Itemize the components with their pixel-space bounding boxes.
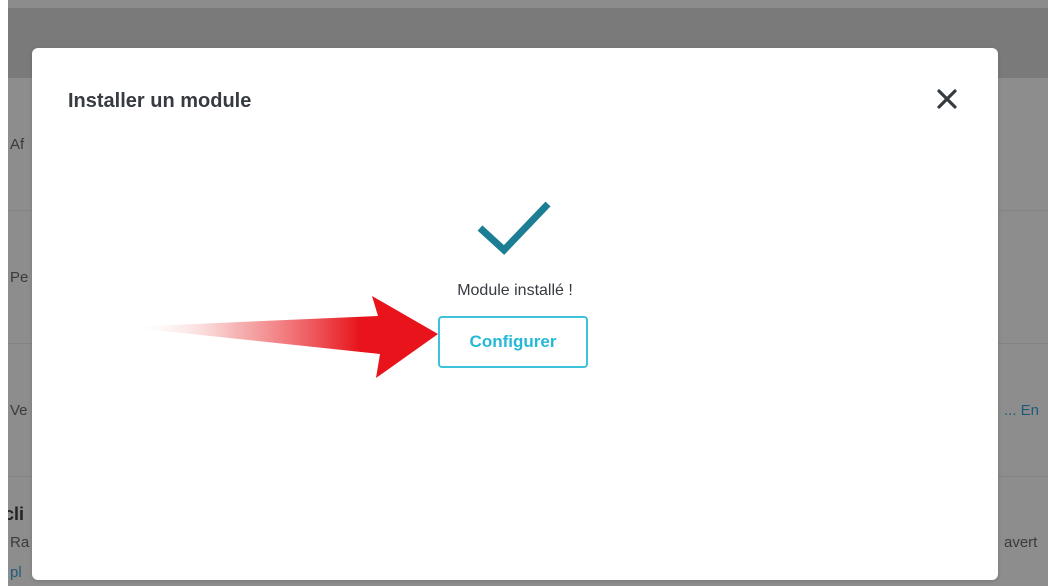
background-row-text: avert — [1004, 534, 1038, 551]
left-edge-margin — [0, 0, 8, 586]
modal-title: Installer un module — [68, 90, 252, 112]
background-row-text: Ra — [10, 534, 30, 551]
close-icon — [937, 89, 957, 109]
configure-button[interactable]: Configurer — [438, 316, 588, 368]
background-row-text: Af — [10, 136, 25, 153]
background-link[interactable]: pl — [10, 564, 22, 581]
annotation-arrow-icon — [126, 296, 438, 378]
background-link[interactable]: ... En — [1004, 402, 1039, 419]
checkmark-icon — [477, 201, 551, 255]
close-button[interactable] — [930, 82, 964, 116]
background-row-text: Pe — [10, 269, 29, 286]
background-row-text: Ve — [10, 402, 28, 419]
